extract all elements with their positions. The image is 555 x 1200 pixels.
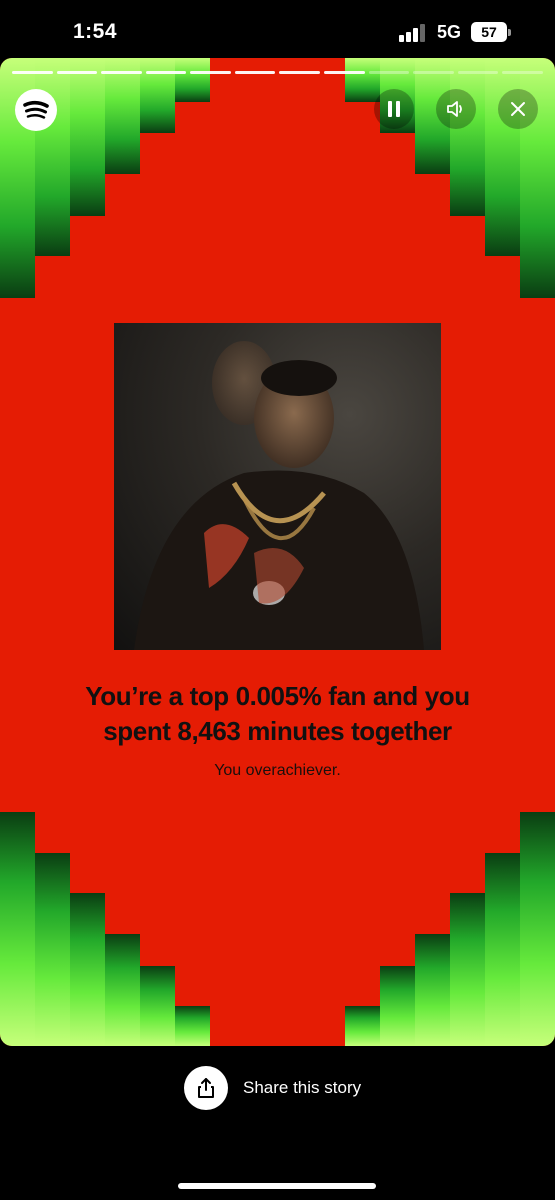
pause-button[interactable] [374,89,414,129]
progress-segment [101,71,142,74]
progress-segment [368,71,410,74]
decor-block [105,934,140,1046]
share-icon[interactable] [184,1066,228,1110]
share-story-button[interactable]: Share this story [184,1066,361,1110]
network-type: 5G [437,22,462,42]
decor-block [450,58,485,216]
story-progress-bar [12,71,543,74]
story-card[interactable]: You’re a top 0.005% fan and you spent 8,… [0,58,555,1046]
progress-segment [413,71,454,74]
decor-block [485,853,520,1046]
cellular-signal-icon [399,24,429,42]
progress-segment [145,71,187,74]
decor-block [175,58,210,102]
decor-block [175,1006,210,1046]
decor-block [70,893,105,1046]
progress-segment [324,71,365,74]
decor-block [345,1006,380,1046]
stat-headline: You’re a top 0.005% fan and you spent 8,… [20,679,535,749]
progress-segment [502,71,543,74]
battery-level: 57 [471,22,507,42]
stat-subtext: You overachiever. [214,762,341,779]
decor-block [450,893,485,1046]
progress-segment [279,71,321,74]
headline-line-1: You’re a top 0.005% fan and you [85,681,470,711]
status-time: 1:54 [73,20,118,43]
progress-segment [234,71,276,74]
decor-block [35,853,70,1046]
progress-segment [190,71,231,74]
decor-block [140,58,175,133]
sound-button[interactable] [436,89,476,129]
decor-block [485,58,520,256]
progress-segment [457,71,499,74]
decor-block [415,934,450,1046]
artist-image [114,323,441,650]
headline-line-2: spent 8,463 minutes together [103,716,452,746]
close-icon [511,102,525,116]
home-indicator[interactable] [178,1183,376,1189]
decor-block [380,966,415,1046]
battery-icon: 57 [471,22,511,42]
spotify-logo-icon [15,89,57,131]
close-button[interactable] [498,89,538,129]
decor-block [0,812,35,1046]
decor-block [520,812,555,1046]
progress-segment [56,71,98,74]
decor-block [105,58,140,174]
progress-segment [12,71,53,74]
decor-block [140,966,175,1046]
speaker-icon [447,101,462,117]
decor-block [35,58,70,256]
share-label[interactable]: Share this story [243,1078,361,1098]
pause-icon [388,101,400,117]
decor-block [345,58,380,102]
status-bar: 1:54 5G 57 [0,0,555,64]
decor-block [70,58,105,216]
